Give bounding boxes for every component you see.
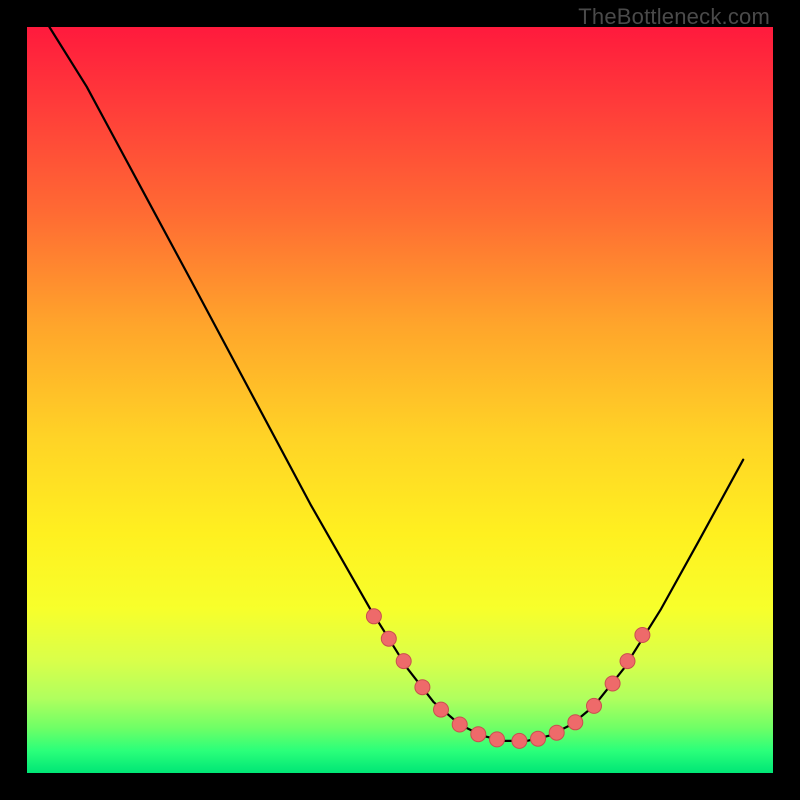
- chart-svg: [27, 27, 773, 773]
- marker-points: [366, 609, 650, 749]
- chart-container: TheBottleneck.com: [0, 0, 800, 800]
- plot-area: [27, 27, 773, 773]
